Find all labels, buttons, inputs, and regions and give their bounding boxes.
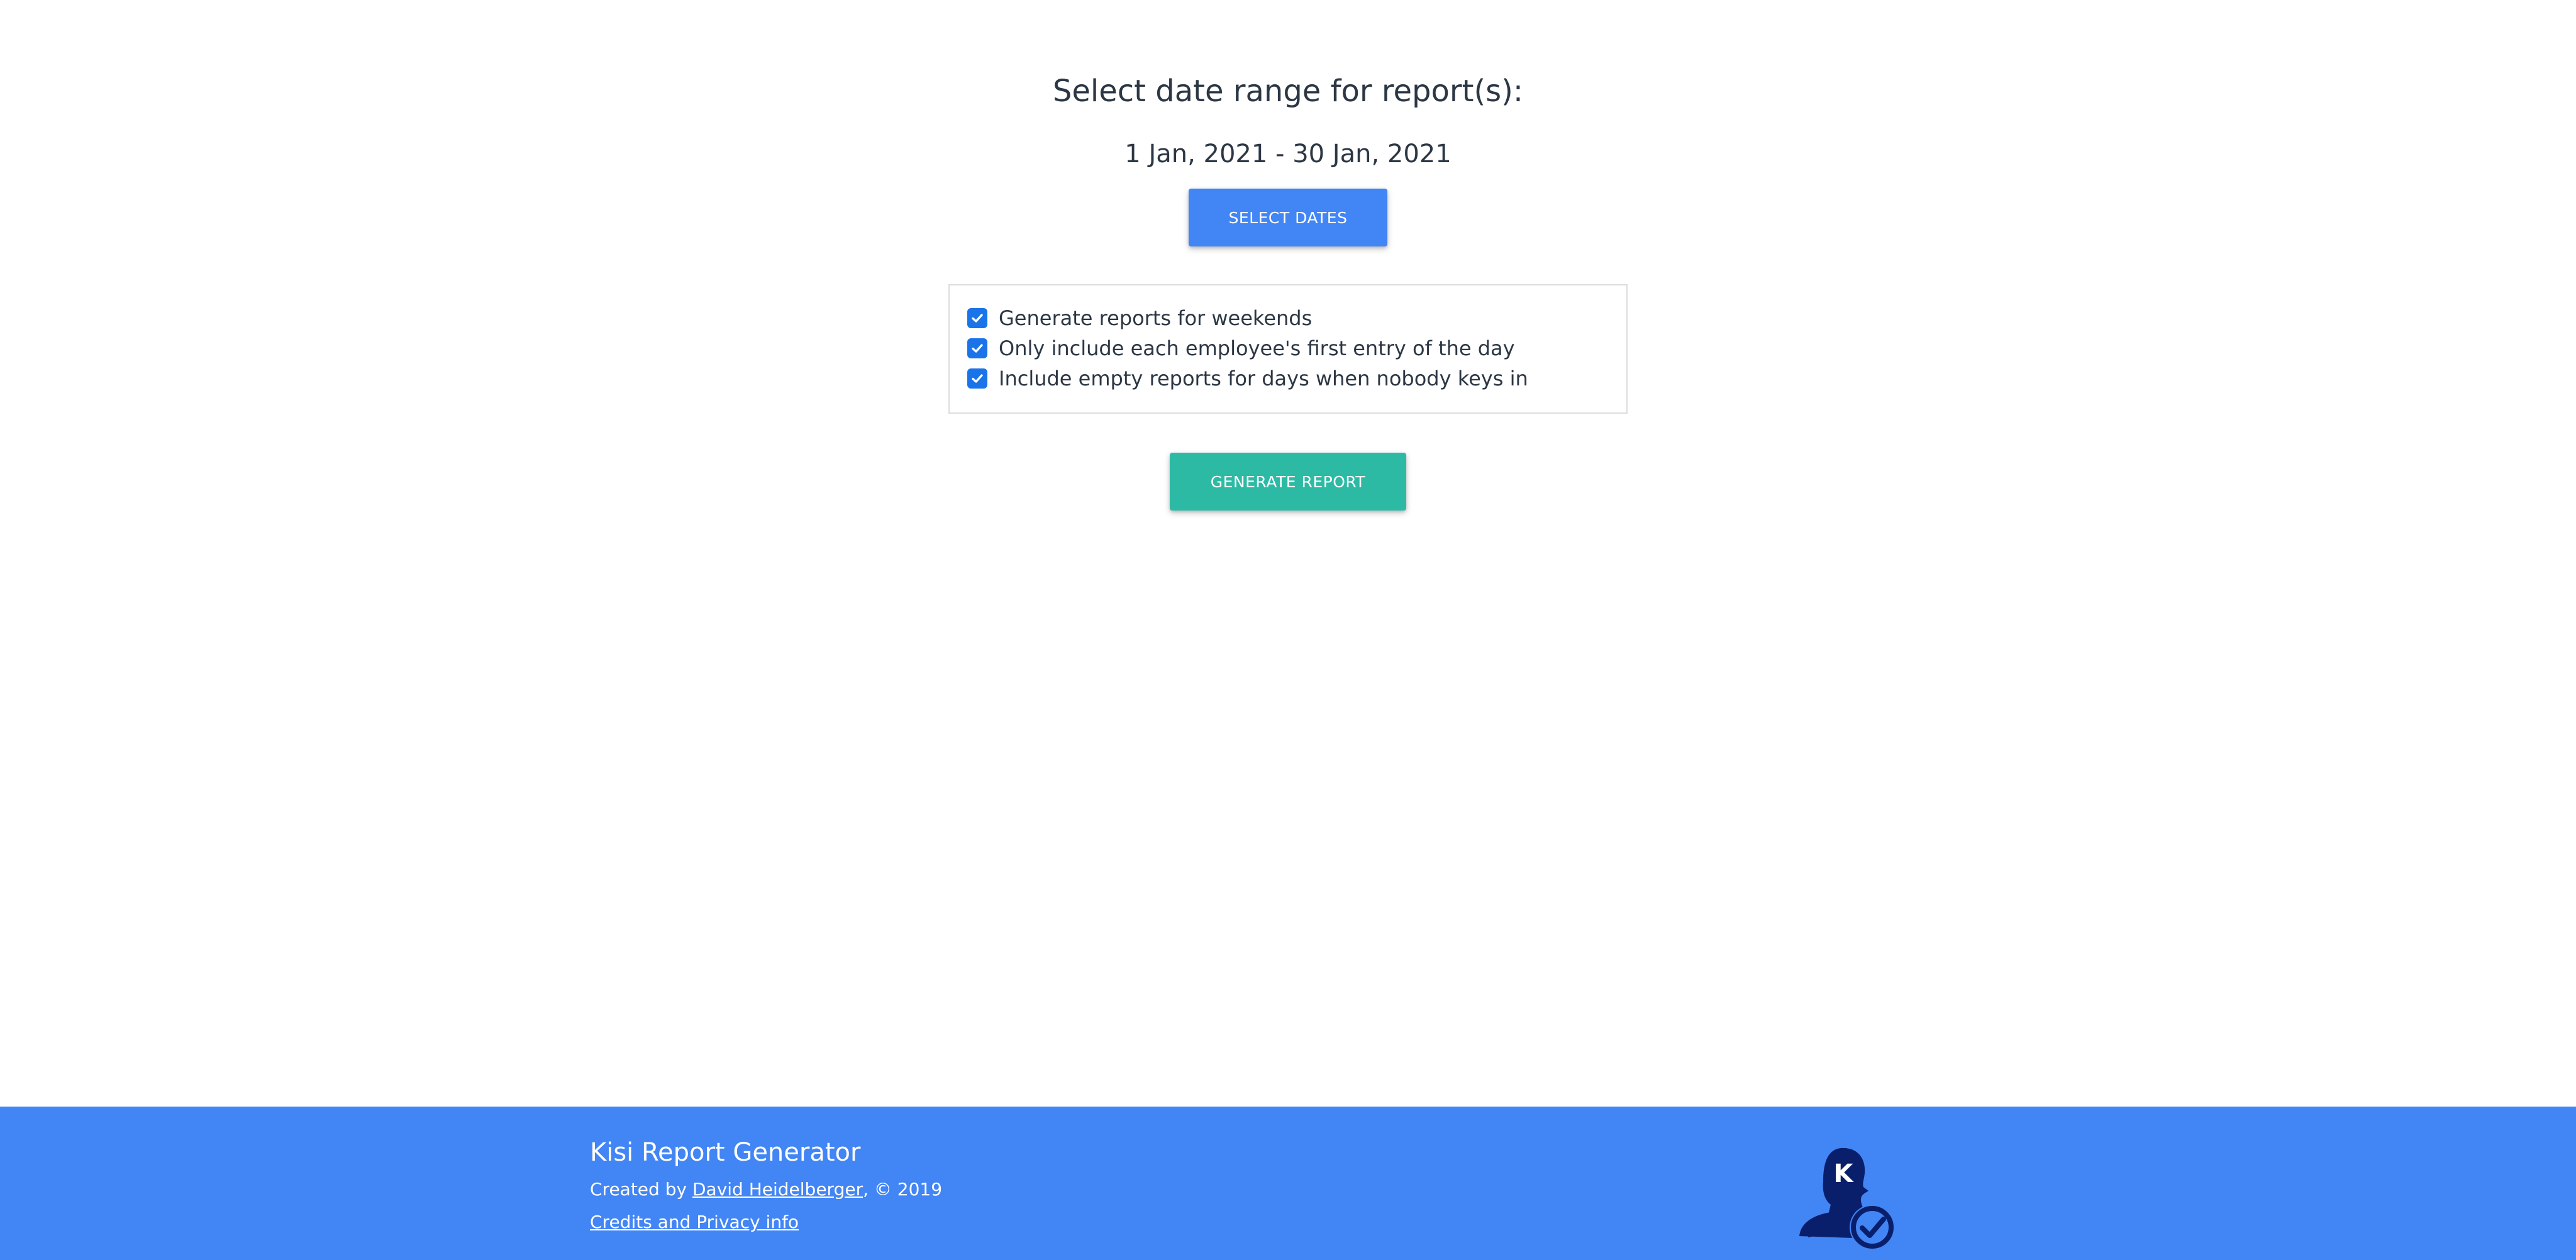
page: Select date range for report(s): 1 Jan, …	[0, 0, 2576, 1260]
footer-credit-suffix: , © 2019	[863, 1179, 943, 1200]
checkbox-checked-icon[interactable]	[967, 308, 987, 328]
selected-date-range: 1 Jan, 2021 - 30 Jan, 2021	[1124, 140, 1452, 169]
author-link[interactable]: David Heidelberger	[692, 1179, 863, 1200]
kisi-user-check-logo-icon: K	[1796, 1143, 1902, 1254]
select-dates-button-label: SELECT DATES	[1228, 208, 1348, 227]
option-empty-reports-label: Include empty reports for days when nobo…	[999, 367, 1528, 390]
generate-report-button[interactable]: GENERATE REPORT	[1170, 453, 1406, 511]
option-empty-reports[interactable]: Include empty reports for days when nobo…	[967, 364, 1528, 393]
page-heading: Select date range for report(s):	[1052, 74, 1524, 109]
checkbox-checked-icon[interactable]	[967, 368, 987, 389]
footer-credits-privacy: Credits and Privacy info	[590, 1208, 799, 1236]
option-weekends[interactable]: Generate reports for weekends	[967, 304, 1312, 333]
footer-title: Kisi Report Generator	[590, 1138, 861, 1167]
checkbox-checked-icon[interactable]	[967, 338, 987, 358]
credits-privacy-link[interactable]: Credits and Privacy info	[590, 1212, 799, 1232]
main-content: Select date range for report(s): 1 Jan, …	[0, 0, 2576, 1107]
option-weekends-label: Generate reports for weekends	[999, 306, 1313, 330]
option-first-entry-label: Only include each employee's first entry…	[999, 336, 1515, 360]
footer-credit: Created by David Heidelberger, © 2019	[590, 1176, 942, 1203]
generate-report-button-label: GENERATE REPORT	[1210, 472, 1366, 491]
select-dates-button[interactable]: SELECT DATES	[1189, 189, 1387, 246]
logo-letter: K	[1834, 1159, 1855, 1188]
footer	[0, 1107, 2576, 1260]
option-first-entry[interactable]: Only include each employee's first entry…	[967, 334, 1515, 363]
footer-credit-prefix: Created by	[590, 1179, 692, 1200]
